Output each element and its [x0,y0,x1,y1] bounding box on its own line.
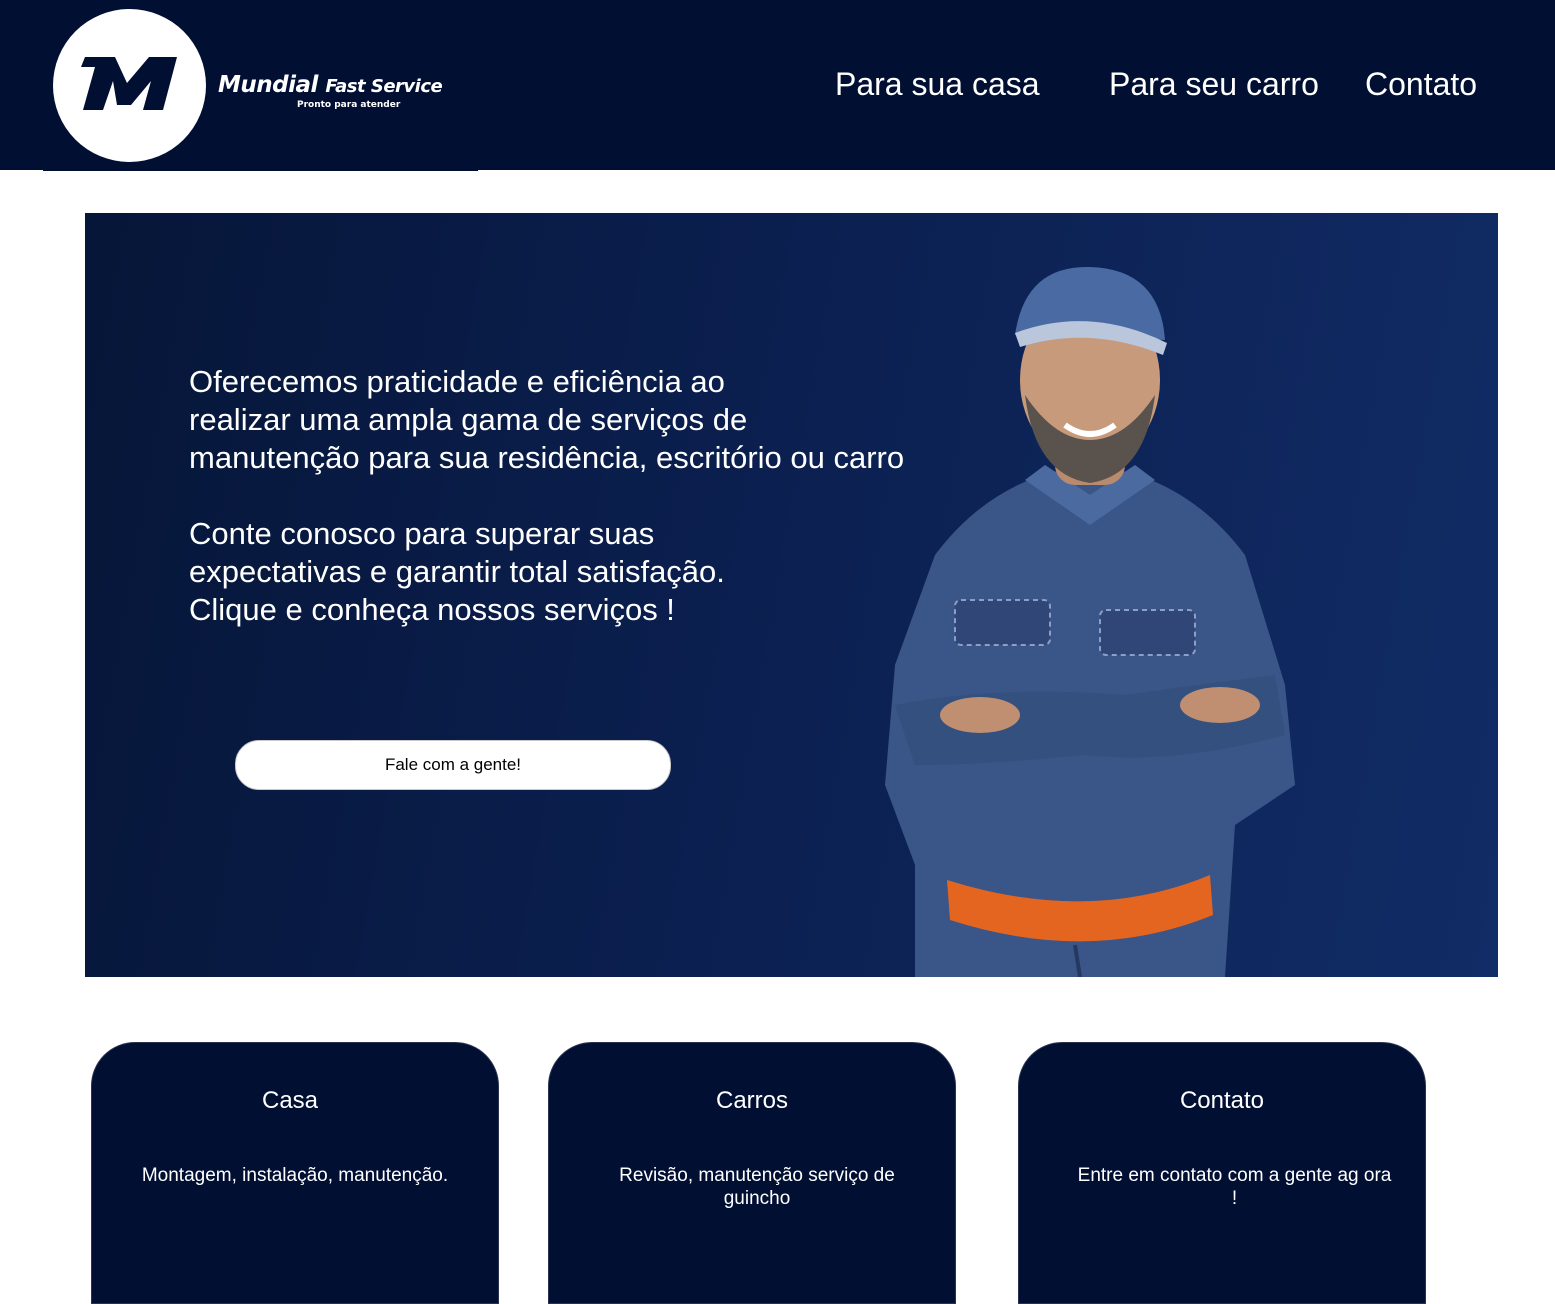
hero-text: Oferecemos praticidade e eficiência ao r… [189,363,979,629]
card-title: Contato [1179,1087,1265,1114]
hero-line: expectativas e garantir total satisfação… [189,554,725,589]
brand-wordmark: Mundial Fast Service Pronto para atender [218,72,443,110]
card-description: Montagem, instalação, manutenção. [141,1165,449,1186]
service-card-carros[interactable]: Carros Revisão, manutenção serviço de gu… [548,1042,956,1304]
card-description: Revisão, manutenção serviço de guincho [619,1165,895,1209]
service-card-contato[interactable]: Contato Entre em contato com a gente ag … [1018,1042,1426,1304]
brand-name: Mundial [218,72,318,98]
nav-para-sua-casa[interactable]: Para sua casa [835,66,1040,103]
contact-cta-button[interactable]: Fale com a gente! [235,740,671,790]
brand-tagline: Pronto para atender [297,100,401,110]
hero-banner: Oferecemos praticidade e eficiência ao r… [85,213,1498,977]
site-header: Mundial Fast Service Pronto para atender… [0,0,1555,171]
nav-contato[interactable]: Contato [1365,66,1477,103]
card-title: Casa [261,1087,319,1114]
card-description: Entre em contato com a gente ag ora ! [1077,1165,1392,1209]
logo-area[interactable]: Mundial Fast Service Pronto para atender [43,0,478,171]
hero-line: manutenção para sua residência, escritór… [189,440,905,475]
hero-line: Oferecemos praticidade e eficiência ao [189,364,725,399]
nav-para-seu-carro[interactable]: Para seu carro [1109,66,1319,103]
technician-image [885,266,1295,977]
logo-badge[interactable] [53,9,206,162]
logo-m-icon [81,57,177,110]
brand-suffix: Fast Service [325,76,443,97]
hero-line: Conte conosco para superar suas [189,516,655,551]
service-card-casa[interactable]: Casa Montagem, instalação, manutenção. [91,1042,499,1304]
hero-line: realizar uma ampla gama de serviços de [189,402,748,437]
card-title: Carros [715,1087,788,1114]
hero-line: Clique e conheça nossos serviços ! [189,592,675,627]
